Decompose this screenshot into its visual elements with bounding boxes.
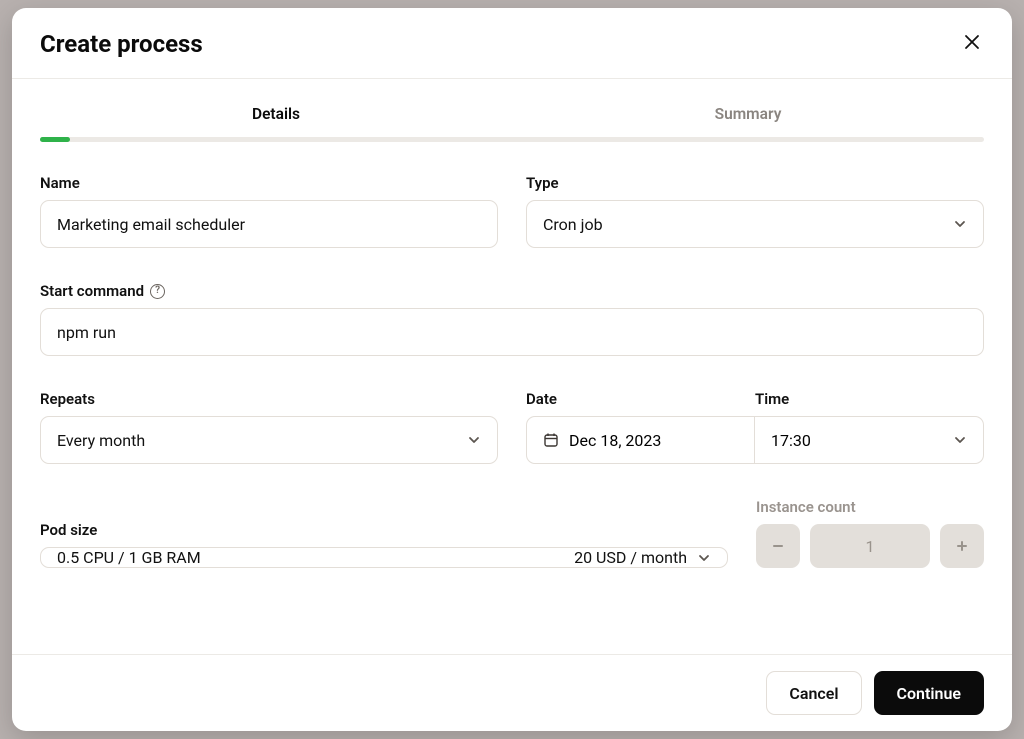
progress-fill (40, 137, 70, 142)
start-command-input[interactable]: npm run (40, 308, 984, 356)
stepper-tabs: Details Summary (12, 79, 1012, 137)
cancel-label: Cancel (789, 684, 838, 703)
time-picker[interactable]: 17:30 (755, 416, 984, 464)
pod-instance-row: Pod size 0.5 CPU / 1 GB RAM 20 USD / mon… (40, 498, 984, 568)
date-time-group: Date Dec 18, 2023 Time 17:30 (526, 390, 984, 464)
chevron-down-icon (953, 217, 967, 231)
chevron-down-icon (953, 433, 967, 447)
start-command-field: Start command ? npm run (40, 282, 984, 356)
close-icon (964, 34, 980, 50)
start-command-label: Start command ? (40, 282, 984, 300)
name-input[interactable]: Marketing email scheduler (40, 200, 498, 248)
time-label: Time (755, 390, 984, 408)
date-picker[interactable]: Dec 18, 2023 (526, 416, 755, 464)
repeats-value: Every month (57, 431, 145, 450)
cancel-button[interactable]: Cancel (766, 671, 861, 715)
tab-details[interactable]: Details (40, 105, 512, 137)
repeats-select[interactable]: Every month (40, 416, 498, 464)
tab-summary[interactable]: Summary (512, 105, 984, 137)
repeats-label: Repeats (40, 390, 498, 408)
close-button[interactable] (960, 30, 984, 58)
continue-label: Continue (897, 684, 961, 703)
form-body: Name Marketing email scheduler Type Cron… (12, 142, 1012, 654)
instance-count-value: 1 (866, 537, 875, 556)
continue-button[interactable]: Continue (874, 671, 984, 715)
type-value: Cron job (543, 215, 603, 234)
modal-header: Create process (12, 8, 1012, 78)
pod-size-price: 20 USD / month (574, 548, 687, 567)
name-field: Name Marketing email scheduler (40, 174, 498, 248)
time-value: 17:30 (771, 431, 811, 450)
help-icon[interactable]: ? (150, 284, 165, 299)
pod-size-label: Pod size (40, 521, 728, 539)
plus-icon (955, 539, 969, 553)
increment-button[interactable] (940, 524, 984, 568)
decrement-button[interactable] (756, 524, 800, 568)
chevron-down-icon (697, 551, 711, 565)
instance-count-field: Instance count 1 (756, 498, 984, 568)
create-process-modal: Create process Details Summary Name Mark… (12, 8, 1012, 731)
name-label: Name (40, 174, 498, 192)
start-command-label-text: Start command (40, 282, 144, 300)
pod-size-field: Pod size 0.5 CPU / 1 GB RAM 20 USD / mon… (40, 521, 728, 568)
chevron-down-icon (467, 433, 481, 447)
start-command-value: npm run (57, 323, 116, 342)
instance-count-stepper: 1 (756, 524, 984, 568)
type-label: Type (526, 174, 984, 192)
pod-size-select[interactable]: 0.5 CPU / 1 GB RAM 20 USD / month (40, 547, 728, 568)
progress-bar (40, 137, 984, 142)
minus-icon (771, 539, 785, 553)
name-value: Marketing email scheduler (57, 215, 245, 234)
pod-size-value: 0.5 CPU / 1 GB RAM (57, 548, 574, 567)
date-label: Date (526, 390, 755, 408)
repeats-field: Repeats Every month (40, 390, 498, 464)
modal-title: Create process (40, 30, 203, 58)
modal-footer: Cancel Continue (12, 654, 1012, 731)
instance-count-display: 1 (810, 524, 930, 568)
type-select[interactable]: Cron job (526, 200, 984, 248)
type-field: Type Cron job (526, 174, 984, 248)
instance-count-label: Instance count (756, 498, 984, 516)
date-value: Dec 18, 2023 (569, 431, 661, 450)
calendar-icon (543, 432, 559, 448)
